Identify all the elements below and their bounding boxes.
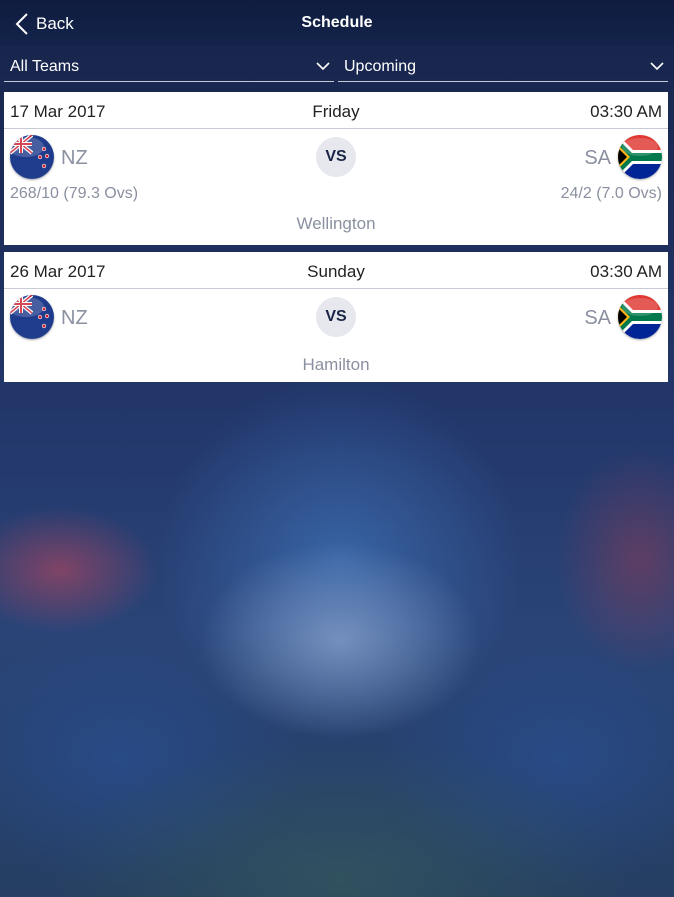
- match-card[interactable]: 17 Mar 2017 Friday 03:30 AM NZ VS SA 268…: [4, 92, 668, 245]
- match-card[interactable]: 26 Mar 2017 Sunday 03:30 AM NZ VS SA Ham…: [4, 252, 668, 382]
- top-bar: Back Schedule: [0, 0, 674, 46]
- teams-row: NZ VS SA: [4, 289, 668, 345]
- status-filter-value: Upcoming: [344, 58, 417, 75]
- vs-badge: VS: [316, 297, 356, 337]
- team2-abbreviation: SA: [584, 307, 611, 329]
- vs-badge: VS: [316, 137, 356, 177]
- new-zealand-flag-icon: [10, 135, 54, 179]
- match-time: 03:30 AM: [590, 102, 662, 121]
- match-header: 17 Mar 2017 Friday 03:30 AM: [4, 92, 668, 129]
- team2-score: 24/2 (7.0 Ovs): [560, 185, 662, 202]
- south-africa-flag-icon: [618, 295, 662, 339]
- match-header: 26 Mar 2017 Sunday 03:30 AM: [4, 252, 668, 289]
- chevron-down-icon: [650, 62, 664, 71]
- team1-abbreviation: NZ: [61, 147, 88, 169]
- team1-abbreviation: NZ: [61, 307, 88, 329]
- match-day: Friday: [312, 102, 360, 121]
- team1-score: 268/10 (79.3 Ovs): [10, 185, 139, 202]
- team2-abbreviation: SA: [584, 147, 611, 169]
- team-filter-value: All Teams: [10, 58, 80, 75]
- chevron-down-icon: [316, 62, 330, 71]
- match-day: Sunday: [307, 262, 365, 281]
- south-africa-flag-icon: [618, 135, 662, 179]
- filter-bar: All Teams Upcoming: [0, 46, 674, 82]
- match-venue: Wellington: [296, 214, 376, 233]
- new-zealand-flag-icon: [10, 295, 54, 339]
- match-time: 03:30 AM: [590, 262, 662, 281]
- status-filter-dropdown[interactable]: Upcoming: [338, 50, 668, 82]
- match-venue: Hamilton: [302, 355, 370, 374]
- page-title: Schedule: [301, 14, 373, 31]
- team-filter-dropdown[interactable]: All Teams: [4, 50, 334, 82]
- teams-row: NZ VS SA: [4, 129, 668, 185]
- scores-row: 268/10 (79.3 Ovs) 24/2 (7.0 Ovs): [4, 185, 668, 211]
